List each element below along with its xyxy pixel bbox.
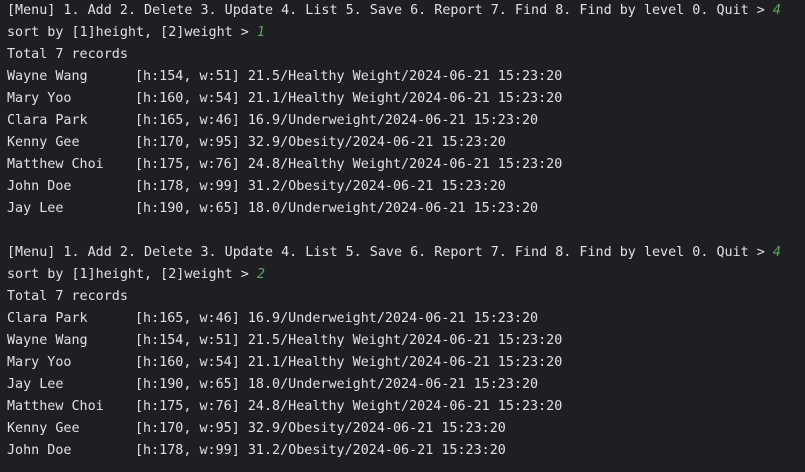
- record-name: John Doe: [7, 179, 72, 194]
- record-detail: [h:154, w:51] 21.5/Healthy Weight/2024-0…: [135, 333, 563, 348]
- record-name: Kenny Gee: [7, 135, 80, 150]
- record-detail: [h:190, w:65] 18.0/Underweight/2024-06-2…: [135, 201, 539, 216]
- sort-prompt-line: sort by [1]height, [2]weight > 2: [7, 264, 805, 286]
- record-line: Kenny Gee [h:170, w:95] 32.9/Obesity/2024…: [7, 132, 805, 154]
- record-line: John Doe [h:178, w:99] 31.2/Obesity/2024-…: [7, 440, 805, 462]
- sort-prompt: sort by [1]height, [2]weight >: [7, 25, 257, 40]
- record-name: Kenny Gee: [7, 421, 80, 436]
- record-name: Mary Yoo: [7, 91, 72, 106]
- record-detail: [h:178, w:99] 31.2/Obesity/2024-06-21 15…: [135, 443, 506, 458]
- sort-prompt-line: sort by [1]height, [2]weight > 1: [7, 22, 805, 44]
- record-name: Mary Yoo: [7, 355, 72, 370]
- record-name: Clara Park: [7, 113, 88, 128]
- record-detail: [h:170, w:95] 32.9/Obesity/2024-06-21 15…: [135, 421, 506, 436]
- record-name: Jay Lee: [7, 201, 64, 216]
- record-detail: [h:178, w:99] 31.2/Obesity/2024-06-21 15…: [135, 179, 506, 194]
- sort-user-input: 1: [256, 25, 265, 40]
- menu-prompt: [Menu] 1. Add 2. Delete 3. Update 4. Lis…: [7, 3, 773, 18]
- record-line: Wayne Wang [h:154, w:51] 21.5/Healthy Wei…: [7, 66, 805, 88]
- record-detail: [h:175, w:76] 24.8/Healthy Weight/2024-0…: [135, 157, 563, 172]
- menu-prompt: [Menu] 1. Add 2. Delete 3. Update 4. Lis…: [7, 245, 773, 260]
- record-line: Matthew Choi [h:175, w:76] 24.8/Healthy W…: [7, 396, 805, 418]
- record-line: Kenny Gee [h:170, w:95] 32.9/Obesity/2024…: [7, 418, 805, 440]
- record-line: Clara Park [h:165, w:46] 16.9/Underweight…: [7, 308, 805, 330]
- record-detail: [h:170, w:95] 32.9/Obesity/2024-06-21 15…: [135, 135, 506, 150]
- record-detail: [h:160, w:54] 21.1/Healthy Weight/2024-0…: [135, 355, 563, 370]
- record-line: Mary Yoo [h:160, w:54] 21.1/Healthy Weigh…: [7, 88, 805, 110]
- record-detail: [h:165, w:46] 16.9/Underweight/2024-06-2…: [135, 113, 539, 128]
- record-line: Wayne Wang [h:154, w:51] 21.5/Healthy Wei…: [7, 330, 805, 352]
- record-name: Wayne Wang: [7, 333, 88, 348]
- record-line: Mary Yoo [h:160, w:54] 21.1/Healthy Weigh…: [7, 352, 805, 374]
- record-name: Matthew Choi: [7, 399, 104, 414]
- record-name: Jay Lee: [7, 377, 64, 392]
- record-line: Clara Park [h:165, w:46] 16.9/Underweight…: [7, 110, 805, 132]
- record-detail: [h:160, w:54] 21.1/Healthy Weight/2024-0…: [135, 91, 563, 106]
- record-detail: [h:154, w:51] 21.5/Healthy Weight/2024-0…: [135, 69, 563, 84]
- total-records: Total 7 records: [7, 289, 128, 304]
- menu-prompt-line: [Menu] 1. Add 2. Delete 3. Update 4. Lis…: [7, 242, 805, 264]
- menu-prompt-line: [Menu] 1. Add 2. Delete 3. Update 4. Lis…: [7, 0, 805, 22]
- total-records: Total 7 records: [7, 47, 128, 62]
- record-name: Clara Park: [7, 311, 88, 326]
- sort-prompt: sort by [1]height, [2]weight >: [7, 267, 257, 282]
- console-output[interactable]: [Menu] 1. Add 2. Delete 3. Update 4. Lis…: [0, 0, 805, 472]
- record-line: Matthew Choi [h:175, w:76] 24.8/Healthy W…: [7, 154, 805, 176]
- record-name: Wayne Wang: [7, 69, 88, 84]
- menu-user-input: 4: [772, 245, 781, 260]
- record-line: John Doe [h:178, w:99] 31.2/Obesity/2024-…: [7, 176, 805, 198]
- record-detail: [h:190, w:65] 18.0/Underweight/2024-06-2…: [135, 377, 539, 392]
- record-detail: [h:175, w:76] 24.8/Healthy Weight/2024-0…: [135, 399, 563, 414]
- menu-user-input: 4: [772, 3, 781, 18]
- record-name: John Doe: [7, 443, 72, 458]
- sort-user-input: 2: [256, 267, 265, 282]
- record-name: Matthew Choi: [7, 157, 104, 172]
- record-detail: [h:165, w:46] 16.9/Underweight/2024-06-2…: [135, 311, 539, 326]
- record-line: Jay Lee [h:190, w:65] 18.0/Underweight/20…: [7, 374, 805, 396]
- record-line: Jay Lee [h:190, w:65] 18.0/Underweight/20…: [7, 198, 805, 220]
